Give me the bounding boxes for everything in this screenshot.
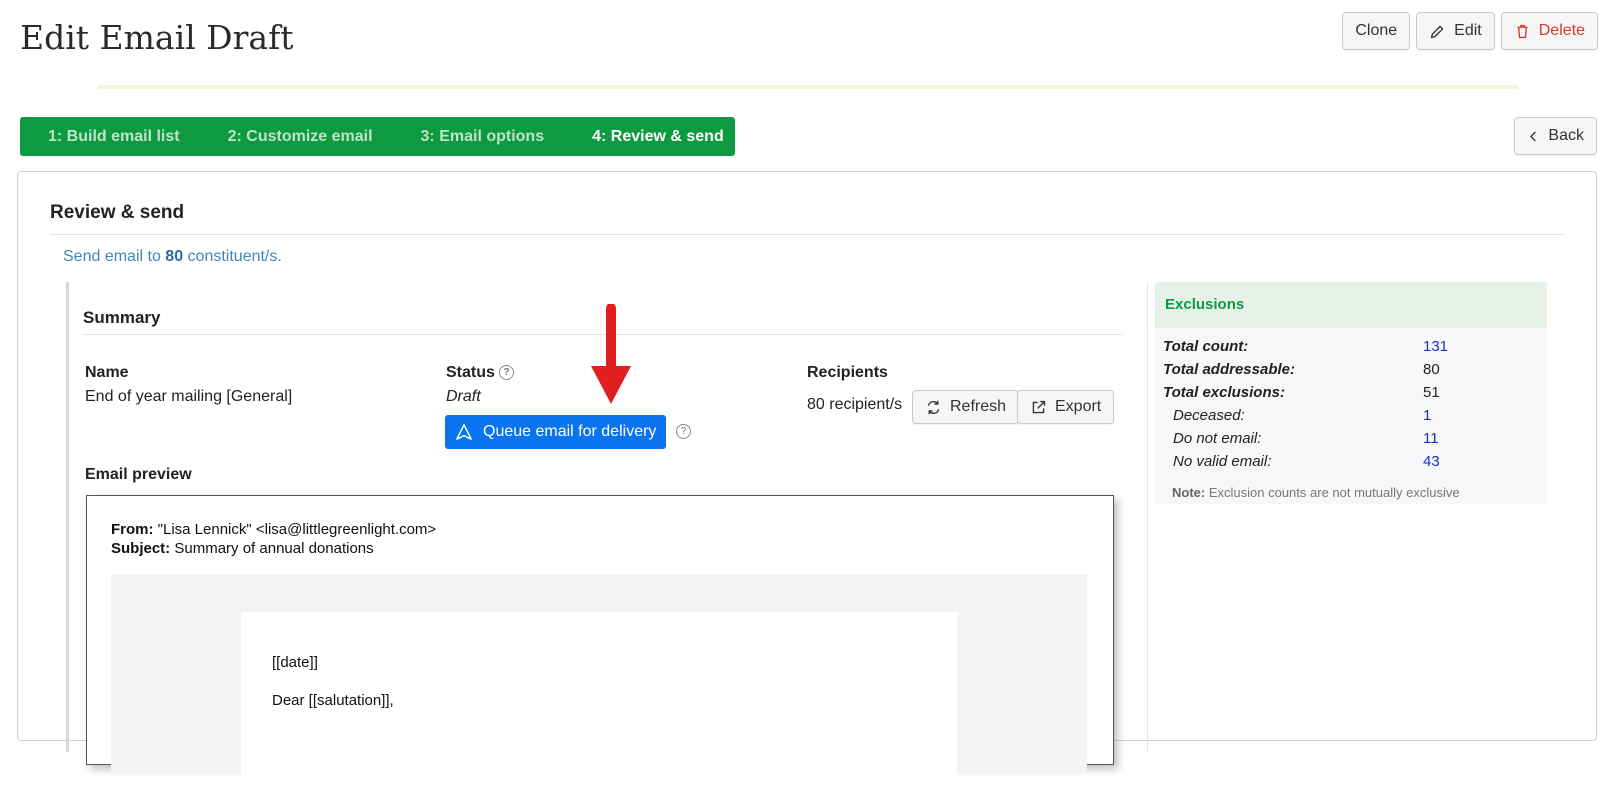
total-count-label: Total count:: [1163, 338, 1249, 355]
step-customize-email[interactable]: 2: Customize email: [228, 128, 373, 146]
queue-email-button[interactable]: Queue email for delivery: [445, 415, 667, 449]
review-panel: Review & send Send email to 80 constitue…: [17, 171, 1597, 812]
do-not-email-label: Do not email:: [1173, 430, 1262, 447]
email-meta: From: "Lisa Lennick" <lisa@littlegreenli…: [111, 520, 436, 558]
summary-title: Summary: [83, 308, 161, 327]
no-valid-email-label: No valid email:: [1173, 453, 1272, 470]
email-preview: From: "Lisa Lennick" <lisa@littlegreenli…: [86, 495, 1114, 812]
letter-date: [[date]]: [272, 654, 318, 671]
delete-label: Delete: [1538, 22, 1585, 39]
refresh-icon: [927, 400, 940, 414]
help-icon[interactable]: ?: [676, 424, 691, 439]
exclusions-title: Exclusions: [1155, 282, 1547, 328]
note-label: Note:: [1172, 485, 1206, 500]
review-title: Review & send: [50, 202, 185, 223]
send-summary: Send email to 80 constituent/s.: [63, 248, 282, 266]
back-label: Back: [1548, 127, 1584, 144]
export-label: Export: [1055, 398, 1102, 415]
no-valid-email-value[interactable]: 43: [1423, 453, 1440, 470]
exclusions-panel: Exclusions Total count: 131 Total addres…: [1155, 282, 1547, 504]
queue-email-label: Queue email for delivery: [483, 423, 657, 440]
name-label: Name: [85, 364, 129, 381]
step-review-send[interactable]: 4: Review & send: [592, 128, 724, 146]
refresh-button[interactable]: Refresh: [912, 390, 1020, 424]
send-count: 80: [165, 248, 184, 265]
total-exclusions-label: Total exclusions:: [1163, 384, 1285, 401]
step-email-options[interactable]: 3: Email options: [421, 128, 545, 146]
edit-label: Edit: [1454, 22, 1482, 39]
subject-value: Summary of annual donations: [174, 540, 374, 557]
letter-salutation: Dear [[salutation]],: [272, 692, 394, 709]
trash-icon: [1517, 24, 1528, 38]
back-button[interactable]: Back: [1514, 117, 1597, 155]
email-preview-label: Email preview: [85, 466, 192, 483]
external-link-icon: [1032, 400, 1046, 413]
divider: [50, 234, 1565, 235]
from-value: "Lisa Lennick" <lisa@littlegreenlight.co…: [157, 521, 437, 538]
recipients-value: 80 recipient/s: [807, 396, 903, 413]
status-label-group: Status?: [446, 364, 514, 382]
clone-button[interactable]: Clone: [1342, 12, 1411, 50]
delete-button[interactable]: Delete: [1500, 12, 1598, 50]
help-icon[interactable]: ?: [498, 365, 514, 380]
deceased-label: Deceased:: [1173, 407, 1245, 424]
subject-label: Subject:: [111, 540, 171, 557]
recipients-label: Recipients: [807, 364, 888, 381]
send-prefix: Send email to: [63, 248, 161, 265]
header-actions: Clone Edit Delete: [1342, 12, 1598, 50]
red-arrow-annotation: [591, 304, 631, 404]
total-count-value[interactable]: 131: [1423, 338, 1448, 355]
pencil-icon: [1431, 25, 1444, 38]
exclusions-note: Note: Exclusion counts are not mutually …: [1172, 485, 1460, 500]
send-icon: [456, 424, 472, 440]
page-title: Edit Email Draft: [20, 18, 294, 57]
chevron-left-icon: [1530, 130, 1537, 142]
status-value: Draft: [446, 388, 481, 405]
email-body-frame: [[date]] Dear [[salutation]],: [111, 574, 1087, 812]
do-not-email-value[interactable]: 11: [1423, 430, 1439, 447]
wizard-steps: 1: Build email list 2: Customize email 3…: [20, 117, 735, 156]
total-addressable-value: 80: [1423, 361, 1440, 378]
from-label: From:: [111, 521, 154, 538]
header-divider: [98, 85, 1518, 89]
clone-label: Clone: [1355, 22, 1398, 39]
total-addressable-label: Total addressable:: [1163, 361, 1295, 378]
send-suffix: constituent/s.: [187, 248, 282, 265]
refresh-label: Refresh: [950, 398, 1007, 415]
note-text: Exclusion counts are not mutually exclus…: [1208, 485, 1460, 500]
email-letter: [[date]] Dear [[salutation]],: [241, 612, 957, 812]
export-button[interactable]: Export: [1017, 390, 1115, 424]
total-exclusions-value: 51: [1423, 384, 1440, 401]
summary-section: Summary Name End of year mailing [Genera…: [66, 282, 1148, 812]
deceased-value[interactable]: 1: [1423, 407, 1431, 424]
name-value: End of year mailing [General]: [85, 388, 293, 405]
edit-button[interactable]: Edit: [1416, 12, 1495, 50]
status-label: Status: [446, 364, 495, 381]
step-build-email-list[interactable]: 1: Build email list: [48, 128, 180, 146]
